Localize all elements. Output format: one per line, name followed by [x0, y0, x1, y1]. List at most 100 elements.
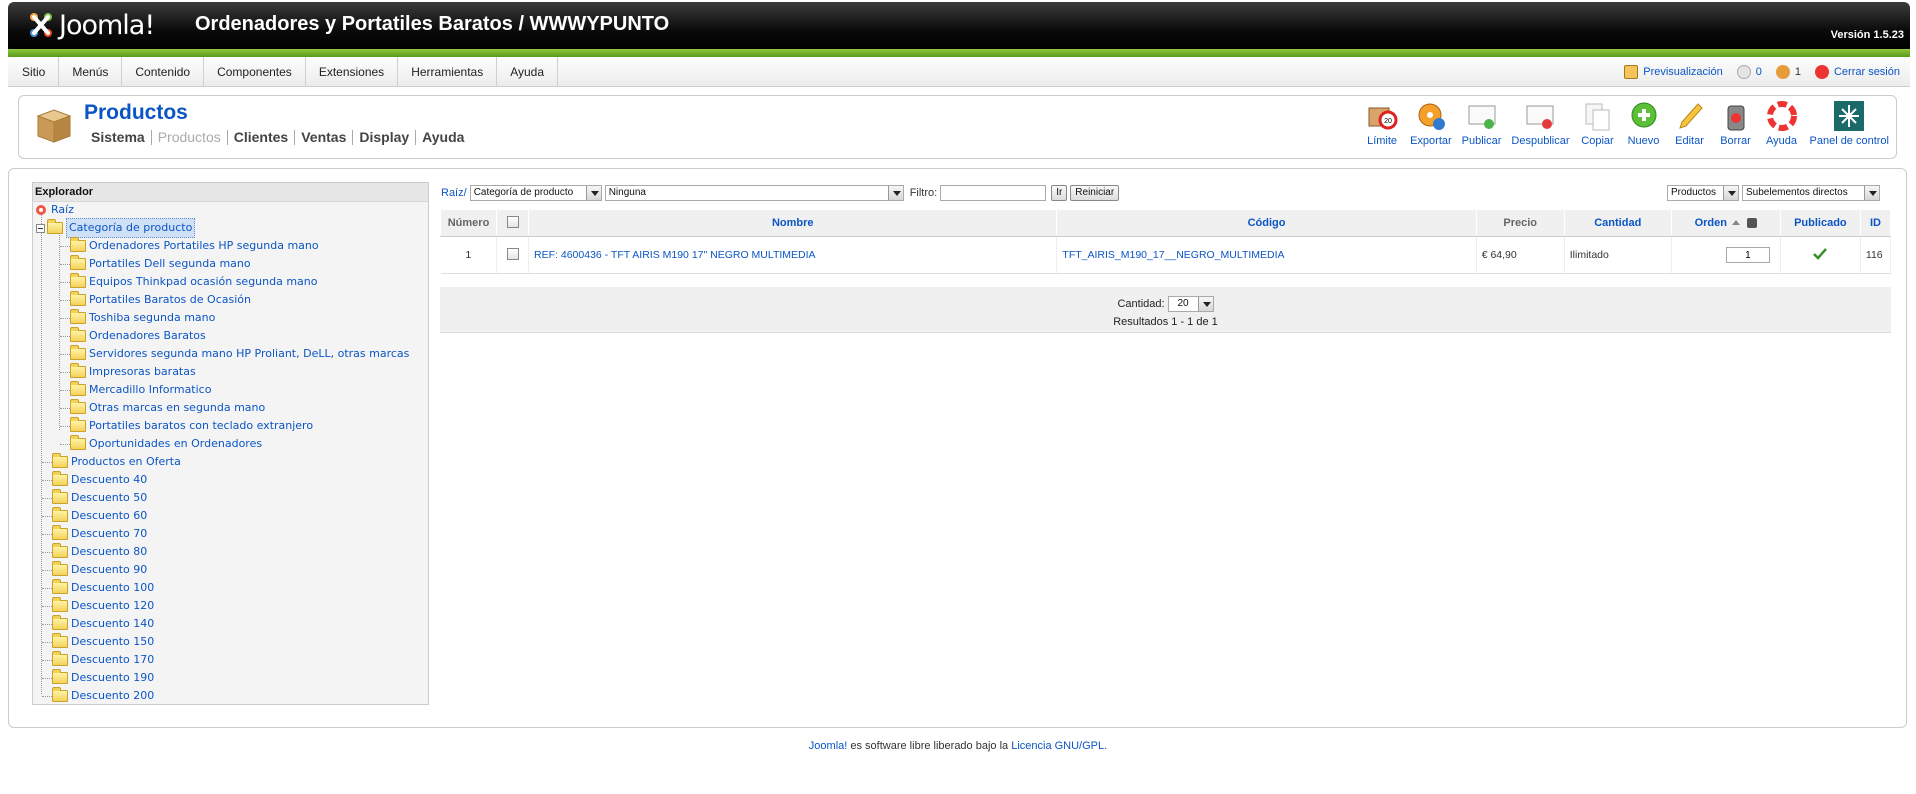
tree-node-label[interactable]: Portatiles Dell segunda mano: [89, 255, 251, 273]
header-order-label[interactable]: Orden: [1695, 217, 1727, 229]
toolbar-publish-button[interactable]: Publicar: [1457, 100, 1507, 147]
tree-node[interactable]: Mercadillo Informatico: [70, 381, 211, 399]
tree-node[interactable]: Oportunidades en Ordenadores: [70, 435, 262, 453]
tree-node[interactable]: Descuento 170: [52, 651, 154, 669]
breadcrumb-root[interactable]: Raíz/: [441, 187, 467, 199]
header-order[interactable]: Orden: [1670, 209, 1781, 237]
tree-node-label[interactable]: Portatiles baratos con teclado extranjer…: [89, 417, 313, 435]
tree-node[interactable]: Portatiles Baratos de Ocasión: [70, 291, 251, 309]
toolbar-new-button[interactable]: Nuevo: [1621, 100, 1667, 147]
filter-input[interactable]: [940, 185, 1047, 201]
toolbar-export-button[interactable]: Exportar: [1405, 100, 1457, 147]
tree-node-label[interactable]: Portatiles Baratos de Ocasión: [89, 291, 251, 309]
tree-node-label[interactable]: Descuento 90: [71, 561, 147, 579]
logout-label[interactable]: Cerrar sesión: [1834, 66, 1900, 78]
tree-node-label[interactable]: Oportunidades en Ordenadores: [89, 435, 262, 453]
tree-node-label[interactable]: Toshiba segunda mano: [89, 309, 215, 327]
tree-node-label[interactable]: Equipos Thinkpad ocasión segunda mano: [89, 273, 318, 291]
tree-node[interactable]: Descuento 80: [52, 543, 147, 561]
tree-node[interactable]: Equipos Thinkpad ocasión segunda mano: [70, 273, 318, 291]
header-name[interactable]: Nombre: [528, 209, 1058, 237]
toolbar-edit-button[interactable]: Editar: [1667, 100, 1713, 147]
tree-node[interactable]: Descuento 190: [52, 669, 154, 687]
tree-node-label[interactable]: Descuento 190: [71, 669, 154, 687]
menu-item-herramientas[interactable]: Herramientas: [398, 57, 498, 87]
preview-link[interactable]: Previsualización: [1624, 65, 1723, 79]
footer-joomla-link[interactable]: Joomla!: [809, 740, 848, 752]
tree-node-label[interactable]: Ordenadores Baratos: [89, 327, 206, 345]
tree-node[interactable]: Otras marcas en segunda mano: [70, 399, 265, 417]
tree-node[interactable]: Descuento 40: [52, 471, 147, 489]
reset-button[interactable]: Reiniciar: [1070, 185, 1120, 201]
tree-node-label[interactable]: Productos en Oferta: [71, 453, 181, 471]
menu-item-sitio[interactable]: Sitio: [8, 57, 60, 87]
preview-label[interactable]: Previsualización: [1643, 66, 1722, 78]
save-order-icon[interactable]: [1747, 218, 1758, 229]
footer-license-link[interactable]: Licencia GNU/GPL: [1011, 740, 1104, 752]
menu-item-extensiones[interactable]: Extensiones: [306, 57, 399, 87]
tree-node[interactable]: Portatiles baratos con teclado extranjer…: [70, 417, 313, 435]
menu-item-contenido[interactable]: Contenido: [122, 57, 205, 87]
order-input[interactable]: [1725, 247, 1770, 263]
tree-node-label[interactable]: Descuento 170: [71, 651, 154, 669]
users-status[interactable]: 1: [1775, 65, 1801, 79]
limit-select[interactable]: 20: [1167, 296, 1214, 312]
submenu-clientes[interactable]: Clientes: [228, 130, 296, 145]
tree-node-label[interactable]: Categoría de producto: [66, 218, 196, 238]
tree-node-label[interactable]: Impresoras baratas: [89, 363, 196, 381]
submenu-ayuda[interactable]: Ayuda: [416, 130, 470, 145]
submenu-sistema[interactable]: Sistema: [91, 130, 152, 145]
header-code[interactable]: Código: [1056, 209, 1477, 237]
menu-item-componentes[interactable]: Componentes: [204, 57, 306, 87]
tree-node[interactable]: Descuento 120: [52, 597, 154, 615]
tree-node[interactable]: Descuento 50: [52, 489, 147, 507]
submenu-productos[interactable]: Productos: [152, 130, 228, 145]
tree-node-label[interactable]: Descuento 80: [71, 543, 147, 561]
view-select[interactable]: Productos: [1667, 185, 1739, 201]
messages-status[interactable]: 0: [1736, 65, 1762, 79]
toolbar-limit-button[interactable]: 20 Límite: [1359, 100, 1405, 147]
tree-node-label[interactable]: Descuento 40: [71, 471, 147, 489]
tree-node-label[interactable]: Servidores segunda mano HP Proliant, DeL…: [89, 345, 409, 363]
logout-link[interactable]: Cerrar sesión: [1814, 65, 1900, 79]
tree-node-label[interactable]: Descuento 100: [71, 579, 154, 597]
tree-node-label[interactable]: Ordenadores Portatiles HP segunda mano: [89, 237, 319, 255]
tree-node-label[interactable]: Otras marcas en segunda mano: [89, 399, 265, 417]
tree-node-label[interactable]: Descuento 150: [71, 633, 154, 651]
type-select[interactable]: Categoría de producto: [469, 185, 602, 201]
header-quantity[interactable]: Cantidad: [1563, 209, 1672, 237]
submenu-display[interactable]: Display: [353, 130, 417, 145]
toolbar-control-panel-button[interactable]: Panel de control: [1805, 100, 1895, 147]
tree-node[interactable]: Descuento 70: [52, 525, 147, 543]
collapse-toggle-icon[interactable]: [36, 223, 45, 233]
header-published[interactable]: Publicado: [1779, 209, 1861, 237]
product-code-link[interactable]: TFT_AIRIS_M190_17__NEGRO_MULTIMEDIA: [1062, 249, 1284, 261]
scope-select[interactable]: Subelementos directos: [1742, 185, 1880, 201]
tree-root[interactable]: Raíz: [35, 201, 74, 219]
tree-node[interactable]: Descuento 100: [52, 579, 154, 597]
tree-node-label[interactable]: Descuento 70: [71, 525, 147, 543]
tree-node[interactable]: Ordenadores Portatiles HP segunda mano: [70, 237, 319, 255]
tree-node[interactable]: Productos en Oferta: [52, 453, 181, 471]
tree-node[interactable]: Descuento 200: [52, 687, 154, 705]
tree-node[interactable]: Impresoras baratas: [70, 363, 196, 381]
tree-node[interactable]: Servidores segunda mano HP Proliant, DeL…: [70, 345, 409, 363]
category-select[interactable]: Ninguna: [604, 185, 904, 201]
tree-node-label[interactable]: Mercadillo Informatico: [89, 381, 211, 399]
submenu-ventas[interactable]: Ventas: [295, 130, 354, 145]
tree-node-label[interactable]: Descuento 200: [71, 687, 154, 705]
tree-node[interactable]: Portatiles Dell segunda mano: [70, 255, 251, 273]
tree-node[interactable]: Toshiba segunda mano: [70, 309, 215, 327]
toolbar-help-button[interactable]: Ayuda: [1759, 100, 1805, 147]
select-all-checkbox[interactable]: [506, 215, 519, 228]
tree-node-category[interactable]: Categoría de producto: [36, 218, 196, 238]
toolbar-unpublish-button[interactable]: Despublicar: [1506, 100, 1574, 147]
tree-root-label[interactable]: Raíz: [51, 201, 74, 219]
tree-node-label[interactable]: Descuento 50: [71, 489, 147, 507]
header-id[interactable]: ID: [1859, 209, 1892, 237]
tree-node[interactable]: Descuento 90: [52, 561, 147, 579]
tree-node[interactable]: Descuento 150: [52, 633, 154, 651]
tree-node[interactable]: Ordenadores Baratos: [70, 327, 206, 345]
go-button[interactable]: Ir: [1051, 185, 1068, 201]
menu-item-ayuda[interactable]: Ayuda: [497, 57, 559, 87]
